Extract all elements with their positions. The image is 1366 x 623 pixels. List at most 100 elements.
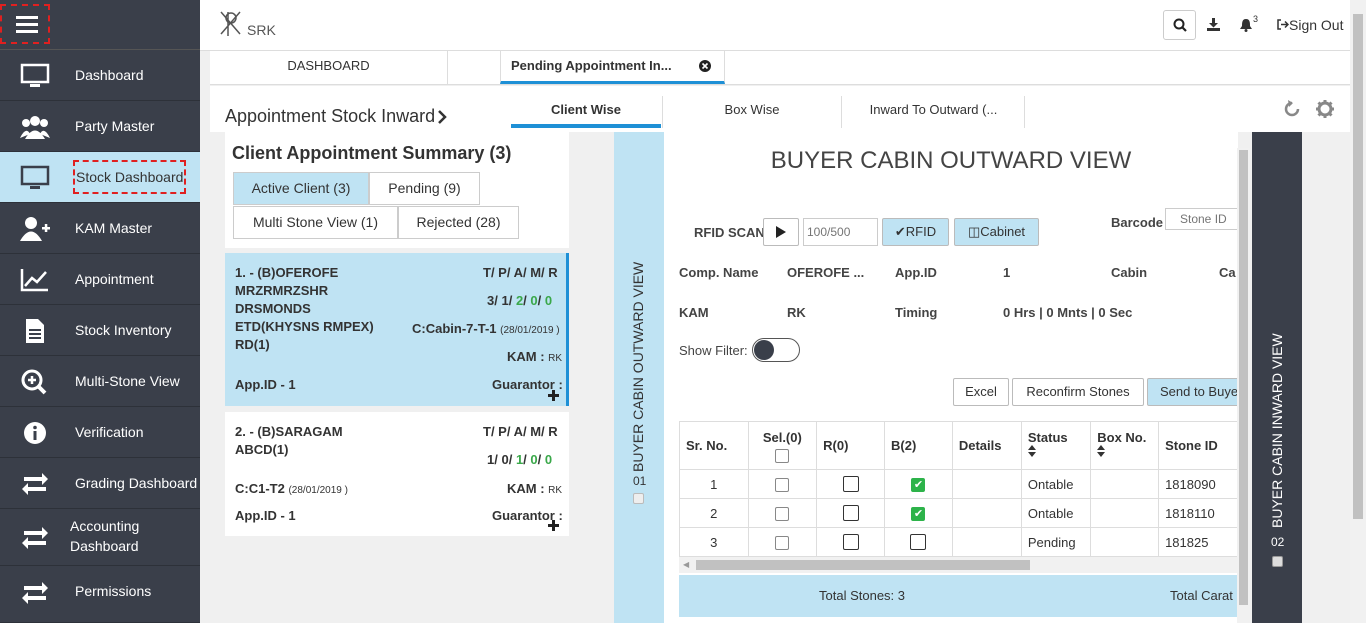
sidebar-item-grading-dashboard[interactable]: Grading Dashboard [0, 458, 200, 509]
plus-icon[interactable] [548, 390, 559, 401]
cell-details [951, 469, 1022, 499]
table-row[interactable]: 2 ✔ Ontable 1818110 [679, 498, 1238, 528]
r-checkbox[interactable] [842, 476, 859, 493]
header-sel: Sel.(0) [747, 421, 818, 470]
header-box-no[interactable]: Box No. [1090, 421, 1160, 470]
notification-count-badge: 3 [1253, 14, 1259, 24]
rfid-count-input[interactable] [803, 218, 878, 246]
play-button[interactable] [763, 218, 799, 246]
sidebar-item-stock-inventory[interactable]: Stock Inventory [0, 305, 200, 356]
stone-id-input[interactable] [1165, 208, 1238, 230]
search-button[interactable] [1163, 10, 1196, 40]
filter-rejected[interactable]: Rejected (28) [398, 206, 519, 239]
b-checkbox[interactable] [910, 534, 927, 551]
subtab-label: Box Wise [724, 102, 780, 117]
inward-view-strip[interactable]: BUYER CABIN INWARD VIEW 02 [1252, 132, 1302, 623]
tab-pending-appointment[interactable]: Pending Appointment In... [500, 51, 725, 84]
scrollbar-thumb[interactable] [1239, 150, 1248, 605]
main-vertical-scrollbar[interactable] [1237, 148, 1250, 623]
document-icon [26, 319, 44, 343]
horizontal-scrollbar[interactable]: ◀ [679, 557, 1238, 573]
total-carat: Total Carat [1170, 588, 1233, 603]
sidebar-item-multi-stone-view[interactable]: Multi-Stone View [0, 356, 200, 407]
download-icon[interactable] [1207, 18, 1220, 31]
rfid-button[interactable]: ✔RFID [882, 218, 949, 246]
table-row[interactable]: 3 Pending 181825 [679, 527, 1238, 557]
page-vertical-scrollbar[interactable] [1350, 0, 1366, 623]
sidebar-item-appointment[interactable]: Appointment [0, 254, 200, 305]
filter-pending[interactable]: Pending (9) [369, 172, 480, 205]
tab-strip: DASHBOARD Pending Appointment In... [210, 51, 1350, 85]
cell-sel [747, 498, 818, 528]
timing-value: 0 Hrs | 0 Mnts | 0 Sec [1003, 305, 1133, 320]
sidebar-item-label: Accounting [70, 518, 140, 534]
excel-button[interactable]: Excel [953, 378, 1009, 406]
tab-dashboard[interactable]: DASHBOARD [210, 51, 448, 84]
menu-icon [0, 4, 50, 44]
scroll-left-icon[interactable]: ◀ [683, 560, 689, 569]
top-header: SRK 3 Sign Out [200, 0, 1366, 51]
sidebar-item-permissions[interactable]: Permissions [0, 566, 200, 623]
strip-checkbox[interactable] [633, 493, 644, 504]
strip-checkbox[interactable] [1272, 556, 1283, 567]
send-to-buyer-button[interactable]: Send to Buye [1147, 378, 1238, 406]
sidebar-item-stock-dashboard[interactable]: Stock Dashboard [0, 152, 200, 203]
select-all-checkbox[interactable] [775, 449, 790, 463]
hamburger-menu-button[interactable] [0, 0, 200, 50]
toggle-knob [754, 340, 774, 360]
monitor-icon [20, 165, 50, 189]
header-status[interactable]: Status [1020, 421, 1092, 470]
subtab-client-wise[interactable]: Client Wise [511, 96, 661, 128]
r-checkbox[interactable] [842, 505, 859, 522]
row-select-checkbox[interactable] [775, 506, 790, 521]
sub-header: Appointment Stock Inward Client Wise Box… [210, 86, 1350, 132]
show-filter-toggle[interactable] [752, 338, 800, 362]
count-m: 0 [530, 293, 538, 308]
barcode-label: Barcode [1111, 215, 1164, 230]
sidebar-item-party-master[interactable]: Party Master [0, 101, 200, 152]
row-select-checkbox[interactable] [775, 477, 790, 492]
header-sr-no: Sr. No. [679, 421, 749, 470]
subtab-box-wise[interactable]: Box Wise [662, 96, 842, 128]
cabinet-button[interactable]: ◫Cabinet [954, 218, 1039, 246]
client-name-line: 1. - (B)OFEROFE [235, 265, 339, 280]
sidebar-item-label: Stock Inventory [75, 322, 172, 338]
b-checkbox-checked[interactable]: ✔ [911, 477, 926, 492]
client-summary-panel: Client Appointment Summary (3) Active Cl… [225, 132, 569, 248]
filter-multi-stone-view[interactable]: Multi Stone View (1) [233, 206, 398, 239]
scrollbar-thumb[interactable] [696, 560, 1030, 570]
refresh-icon[interactable] [1283, 100, 1301, 118]
close-icon[interactable] [699, 60, 711, 72]
summary-title: Client Appointment Summary (3) [232, 143, 512, 163]
sidebar-item-kam-master[interactable]: KAM Master [0, 203, 200, 254]
plus-icon[interactable] [548, 520, 559, 531]
client-card[interactable]: 2. - (B)SARAGAM ABCD(1) T/ P/ A/ M/ R 1/… [225, 412, 569, 536]
subtab-inward-to-outward[interactable]: Inward To Outward (... [843, 96, 1025, 128]
sidebar-item-dashboard[interactable]: Dashboard [0, 50, 200, 101]
gear-icon[interactable] [1316, 100, 1334, 118]
sidebar-item-label: Dashboard [70, 538, 139, 554]
header-b: B(2) [884, 421, 953, 470]
b-checkbox-checked[interactable]: ✔ [911, 506, 926, 521]
filter-active-client[interactable]: Active Client (3) [233, 172, 369, 205]
rfid-button-label: RFID [905, 224, 937, 239]
users-icon [20, 116, 50, 139]
row-select-checkbox[interactable] [775, 535, 790, 550]
cell-r [816, 469, 885, 499]
scrollbar-thumb[interactable] [1353, 14, 1363, 519]
bell-icon[interactable] [1239, 18, 1253, 32]
reconfirm-stones-button[interactable]: Reconfirm Stones [1012, 378, 1144, 406]
outward-view-strip[interactable]: BUYER CABIN OUTWARD VIEW 01 [614, 132, 664, 623]
table-row[interactable]: 1 ✔ Ontable 1818090 [679, 469, 1238, 499]
client-name-line: ETD(KHYSNS RMPEX) [235, 319, 374, 334]
sidebar-item-label: Stock Dashboard [73, 160, 187, 194]
tpamr-label: T/ P/ A/ M/ R [483, 265, 558, 280]
r-checkbox[interactable] [842, 534, 859, 551]
sort-icon [1027, 445, 1036, 457]
app-id-value: 1 [1003, 265, 1011, 280]
sidebar-item-accounting-dashboard[interactable]: Accounting Dashboard [0, 509, 200, 566]
sidebar-item-verification[interactable]: Verification [0, 407, 200, 458]
client-card[interactable]: 1. - (B)OFEROFE MRZRMRZSHR DRSMONDS ETD(… [225, 253, 569, 406]
count-r: 0 [544, 293, 553, 308]
header-stone-id: Stone ID [1158, 421, 1238, 470]
